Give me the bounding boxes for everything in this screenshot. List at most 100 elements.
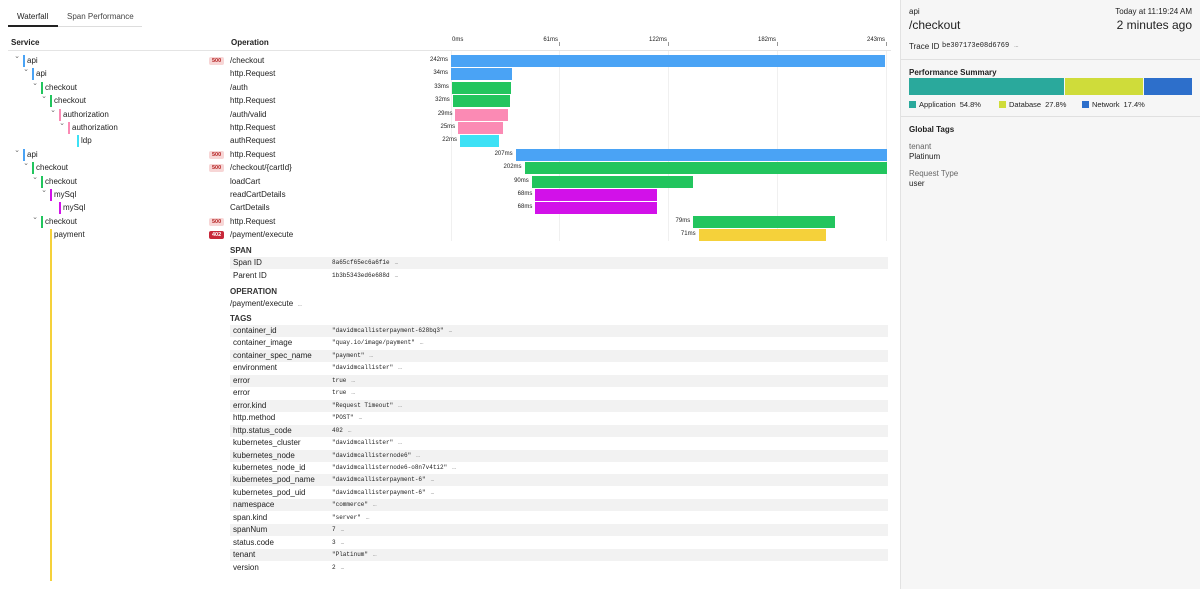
more-options-icon[interactable]: …	[431, 476, 435, 483]
span-duration-bar[interactable]	[458, 122, 504, 134]
service-color-marker	[23, 148, 25, 161]
more-options-icon[interactable]: …	[351, 377, 355, 384]
span-row[interactable]: ldp authRequest 22ms	[0, 134, 892, 148]
chevron-down-icon[interactable]: ⌄	[22, 160, 30, 168]
span-row[interactable]: ⌄ checkout loadCart 90ms	[0, 174, 892, 188]
more-options-icon[interactable]: …	[366, 514, 370, 521]
tab-waterfall[interactable]: Waterfall	[8, 9, 58, 27]
more-options-icon[interactable]: …	[341, 526, 345, 533]
tag-key: tenant	[233, 550, 256, 560]
legend-swatch	[1082, 101, 1089, 108]
tag-row: error true…	[230, 387, 888, 399]
span-duration-bar[interactable]	[535, 202, 658, 215]
span-duration-bar[interactable]	[451, 81, 512, 94]
chevron-down-icon[interactable]: ⌄	[31, 174, 39, 182]
service-color-marker	[59, 202, 61, 215]
global-tag-key: Request Type	[909, 169, 959, 178]
chevron-down-icon[interactable]: ⌄	[22, 66, 30, 74]
span-duration-bar[interactable]	[452, 95, 511, 108]
span-duration-bar[interactable]	[693, 215, 835, 228]
more-options-icon[interactable]: …	[341, 564, 345, 571]
chevron-down-icon[interactable]: ⌄	[58, 120, 66, 128]
tab-span-performance[interactable]: Span Performance	[67, 9, 142, 27]
tag-value: true…	[332, 376, 356, 384]
more-options-icon[interactable]: …	[348, 427, 352, 434]
performance-segment[interactable]	[909, 78, 1064, 95]
more-options-icon[interactable]: …	[373, 551, 377, 558]
more-options-icon[interactable]: …	[373, 501, 377, 508]
span-row[interactable]: ⌄ api 500/checkout 242ms	[0, 53, 892, 67]
span-row[interactable]: ⌄ authorization/auth/valid 29ms	[0, 107, 892, 121]
more-options-icon[interactable]: …	[416, 452, 420, 459]
chevron-down-icon[interactable]: ⌄	[31, 214, 39, 222]
trace-operation: /checkout	[909, 18, 961, 32]
tag-row: error.kind "Request Timeout"…	[230, 399, 888, 412]
span-operation: CartDetails	[230, 203, 270, 213]
tag-key: http.method	[233, 413, 276, 423]
tag-key: status.code	[233, 537, 274, 547]
span-row[interactable]: ⌄ authorization http.Request 25ms	[0, 120, 892, 134]
span-operation: http.Request	[230, 123, 276, 132]
chevron-down-icon[interactable]: ⌄	[49, 107, 57, 115]
tag-row: tenant "Platinum"…	[230, 549, 888, 562]
span-operation: /checkout/{cartId}	[230, 163, 292, 173]
span-duration-bar[interactable]	[515, 148, 887, 161]
more-options-icon[interactable]: …	[398, 402, 402, 409]
span-row[interactable]: ⌄ checkout 500 http.Request 79ms	[0, 214, 892, 228]
tag-value: "Platinum"…	[332, 551, 377, 559]
span-duration-bar[interactable]	[531, 175, 694, 188]
more-options-icon[interactable]: …	[369, 352, 373, 359]
span-duration-bar[interactable]	[459, 135, 500, 148]
tag-value: "POST"…	[332, 414, 363, 422]
span-duration-label: 79ms	[675, 217, 691, 224]
span-field-value: 1b3b5343ed6e688d…	[332, 271, 399, 279]
performance-segment[interactable]	[1064, 78, 1143, 95]
chevron-down-icon[interactable]: ⌄	[13, 53, 21, 61]
span-row[interactable]: ⌄ mySql readCartDetails 68ms	[0, 187, 892, 201]
operation-more-icon[interactable]: …	[298, 301, 302, 308]
span-row[interactable]: ⌄ api 500 http.Request 207ms	[0, 147, 892, 161]
span-duration-bar[interactable]	[455, 108, 508, 121]
chevron-down-icon[interactable]: ⌄	[13, 147, 21, 155]
chevron-down-icon[interactable]: ⌄	[40, 93, 48, 101]
span-field-value: 8a65cf65ec6a6f1e…	[332, 259, 399, 266]
tag-row: environment "davidmcallister"…	[230, 362, 888, 374]
chevron-down-icon[interactable]: ⌄	[31, 80, 39, 88]
span-duration-label: 34ms	[433, 70, 448, 77]
more-options-icon[interactable]: …	[420, 339, 424, 346]
chevron-down-icon[interactable]: ⌄	[40, 187, 48, 195]
timeline-tick	[668, 42, 669, 46]
performance-segment[interactable]	[1143, 78, 1192, 95]
span-row[interactable]: ⌄ checkout 500/checkout/{cartId} 202ms	[0, 160, 892, 175]
more-options-icon[interactable]: …	[398, 439, 402, 446]
timeline-tick-label: 182ms	[757, 37, 776, 43]
span-row[interactable]: ⌄ checkout http.Request 32ms	[0, 93, 892, 108]
span-operation: /auth	[230, 82, 248, 92]
service-color-marker	[41, 175, 43, 188]
tag-key: spanNum	[233, 525, 268, 535]
global-tag-value: user	[909, 179, 925, 188]
span-row[interactable]: ⌄ checkout/auth 33ms	[0, 80, 892, 94]
span-duration-bar[interactable]	[698, 229, 826, 242]
more-options-icon[interactable]: …	[351, 389, 355, 396]
span-row[interactable]: ⌄ api http.Request 34ms	[0, 66, 892, 81]
more-options-icon[interactable]: …	[398, 364, 402, 371]
more-options-icon[interactable]: …	[359, 414, 363, 421]
span-row[interactable]: payment 402/payment/execute 71ms	[0, 228, 892, 242]
span-duration-bar[interactable]	[451, 68, 512, 81]
selected-span-guide	[50, 241, 52, 582]
span-duration-bar[interactable]	[451, 55, 886, 67]
span-row[interactable]: mySql CartDetails 68ms	[0, 201, 892, 215]
span-duration-bar[interactable]	[524, 162, 887, 175]
service-color-marker	[50, 95, 52, 108]
tag-row: kubernetes_pod_name "davidmcallisterpayme…	[230, 474, 888, 487]
more-options-icon[interactable]: …	[452, 464, 456, 471]
more-options-icon[interactable]: …	[341, 539, 345, 546]
span-duration-bar[interactable]	[535, 189, 658, 201]
trace-id-more-icon[interactable]: …	[1014, 42, 1018, 50]
status-badge: 500	[209, 164, 225, 173]
more-options-icon[interactable]: …	[449, 327, 453, 334]
more-options-icon[interactable]: …	[395, 272, 399, 279]
more-options-icon[interactable]: …	[395, 259, 399, 266]
more-options-icon[interactable]: …	[431, 489, 435, 496]
